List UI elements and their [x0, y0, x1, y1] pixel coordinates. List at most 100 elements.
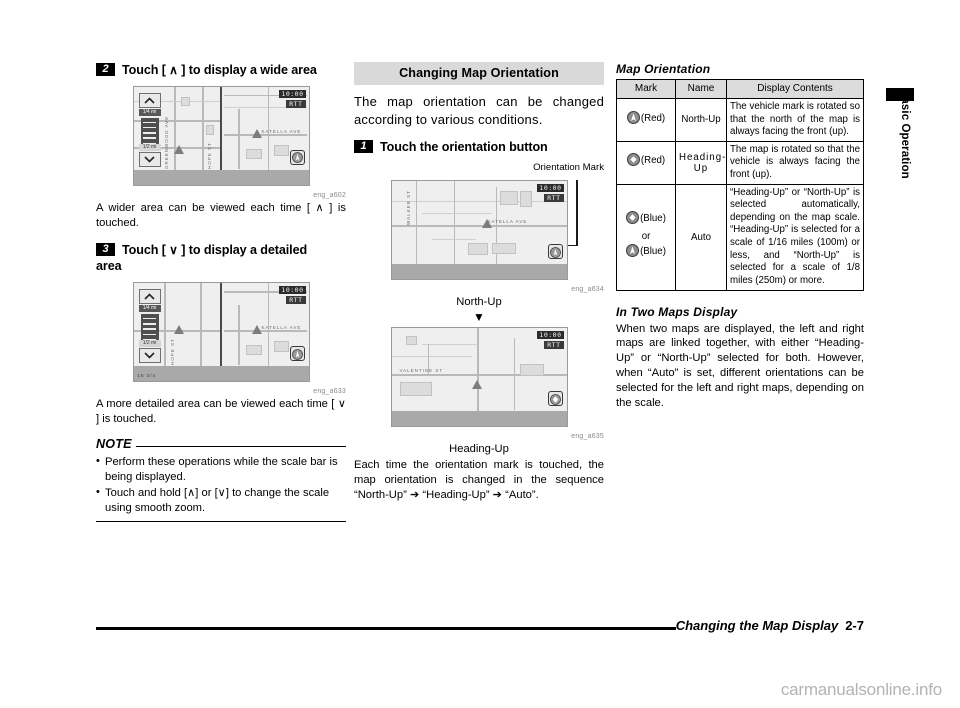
mark-primary: (Blue) [620, 211, 672, 230]
table-row: (Red) Heading-Up The map is rotated so t… [616, 140, 864, 185]
heading-up-mark-icon [549, 394, 561, 405]
table-cell-mark: (Red) [616, 98, 676, 142]
north-up-mark-icon [626, 244, 640, 263]
scale-bar-widget[interactable]: 1/4 mi 1/2 mi [138, 289, 161, 364]
street-label: VALENTINE ST [399, 368, 444, 374]
map-poi-block [273, 144, 289, 156]
mark-color-label: (Red) [640, 155, 666, 167]
map-bottom-bar [133, 366, 309, 382]
nav-screen-heading-up: VALENTINE ST 10:00 RTT [390, 327, 568, 428]
scale-tick [143, 333, 156, 336]
footer-title: Changing the Map Display [675, 618, 839, 633]
scale-value-top: 1/4 mi [138, 305, 161, 313]
chevron-up-icon: ∧ [165, 63, 182, 77]
section-banner: Changing Map Orientation [354, 62, 604, 85]
heading-up-mark-icon [626, 211, 640, 230]
section-intro-text: The map orientation can be changed accor… [354, 94, 604, 127]
orientation-mark-callout-label: Orientation Mark [533, 162, 604, 174]
note-block: NOTE Perform these operations while the … [96, 437, 346, 523]
nav-screen-dual-map-wide: GREENWOOD AVE HOPE ST KATELLA AVE 1/4 mi… [132, 85, 310, 186]
scale-down-button[interactable] [138, 348, 161, 364]
north-up-mark-icon [549, 247, 561, 258]
footer-page-number: 2-7 [845, 618, 864, 633]
note-title: NOTE [96, 436, 132, 451]
scale-value-bottom: 1/2 mi [138, 143, 161, 151]
map-road [476, 328, 479, 412]
figure-heading-up-label: Heading-Up [449, 443, 509, 456]
scale-up-button[interactable] [138, 289, 161, 305]
map-poi-block [467, 243, 488, 256]
column-left: 2 Touch [ ∧ ] to display a wide area GREE… [96, 62, 346, 523]
rtt-badge: RTT [286, 296, 306, 305]
table-header-display-contents: Display Contents [726, 79, 864, 99]
scale-tick [143, 132, 156, 134]
figure-id-label: eng_a633 [313, 388, 346, 396]
step-1-heading: 1 Touch the orientation button [354, 139, 604, 156]
two-maps-heading: In Two Maps Display [616, 304, 738, 319]
scale-up-button[interactable] [138, 92, 161, 108]
chevron-down-icon: ∨ [165, 242, 182, 257]
clock-display: 10:00 [279, 286, 306, 295]
footer: Changing the Map Display 2-7 [676, 618, 864, 633]
sequence-arrow-icon: ▼ [473, 310, 485, 325]
note-bottom-rule [96, 521, 346, 523]
map-poi-block [245, 148, 262, 159]
step-3-caption: A more detailed area can be viewed each … [96, 397, 346, 427]
map-road [431, 239, 476, 241]
scale-down-button[interactable] [138, 151, 161, 167]
orientation-button[interactable] [289, 149, 305, 165]
orientation-sequence-text: Each time the orientation mark is touche… [354, 459, 604, 502]
chevron-down-icon [144, 156, 155, 163]
map-poi-block [405, 336, 417, 346]
map-poi-block [491, 243, 516, 255]
map-poi-block [273, 341, 289, 353]
table-header-mark: Mark [616, 79, 676, 99]
scale-bar-widget[interactable]: 1/4 mi 1/2 mi [138, 92, 161, 167]
vehicle-mark [173, 144, 184, 154]
map-road [173, 86, 176, 170]
scale-value-bottom: 1/2 mi [138, 340, 161, 348]
heading-up-mark-icon [626, 153, 640, 172]
watermark: carmanualsonline.info [780, 680, 942, 699]
table-cell-mark: (Red) [616, 140, 676, 185]
step-3-number: 3 [96, 242, 115, 256]
street-label: HOPE ST [206, 142, 212, 169]
table-header-name: Name [675, 79, 727, 99]
map-road [391, 356, 472, 358]
scale-readout: 15 3/4 [137, 373, 157, 379]
map-poi-block [519, 364, 544, 377]
clock-display: 10:00 [537, 184, 564, 193]
step-2-text-before: Touch [ [122, 63, 166, 77]
table-cell-name: North-Up [675, 98, 727, 142]
street-label: HOPE ST [169, 338, 175, 366]
vehicle-mark [251, 128, 262, 138]
step-2-caption: A wider area can be viewed each time [ ∧… [96, 201, 346, 231]
figure-north-up-label: North-Up [456, 296, 502, 309]
mark-color-label: (Blue) [640, 213, 666, 225]
figure-north-up: KATELLA AVE WALKER ST 10:00 RTT eng_a634 [354, 180, 604, 293]
map-road [237, 108, 240, 169]
two-maps-body: When two maps are displayed, the left an… [616, 322, 864, 409]
note-list-item: Touch and hold [∧] or [∨] to change the … [96, 485, 346, 516]
north-up-mark-icon [291, 152, 303, 164]
step-3-text-line2: area [96, 259, 122, 274]
figure-heading-up: VALENTINE ST 10:00 RTT eng_a635 [354, 327, 604, 440]
rtt-badge: RTT [286, 99, 306, 108]
side-tab-label: Basic Operation [899, 89, 911, 179]
map-road [391, 201, 567, 203]
vehicle-mark [471, 380, 482, 390]
step-2-text-after: ] to display a wide area [181, 63, 317, 77]
figure-wide-area: GREENWOOD AVE HOPE ST KATELLA AVE 1/4 mi… [96, 85, 346, 199]
chevron-down-icon: ∨ [334, 398, 347, 411]
column-middle: Changing Map Orientation The map orienta… [354, 62, 604, 509]
orientation-button[interactable] [289, 346, 305, 362]
map-road [201, 86, 204, 170]
scale-tick [143, 121, 156, 124]
orientation-button[interactable] [547, 391, 563, 407]
map-road [199, 283, 202, 367]
map-orientation-heading: Map Orientation [616, 62, 711, 76]
street-label: KATELLA AVE [261, 128, 302, 134]
chevron-up-icon [144, 293, 155, 300]
step-2-caption-before: A wider area can be viewed each time [ [96, 201, 311, 214]
orientation-button[interactable] [547, 244, 563, 260]
